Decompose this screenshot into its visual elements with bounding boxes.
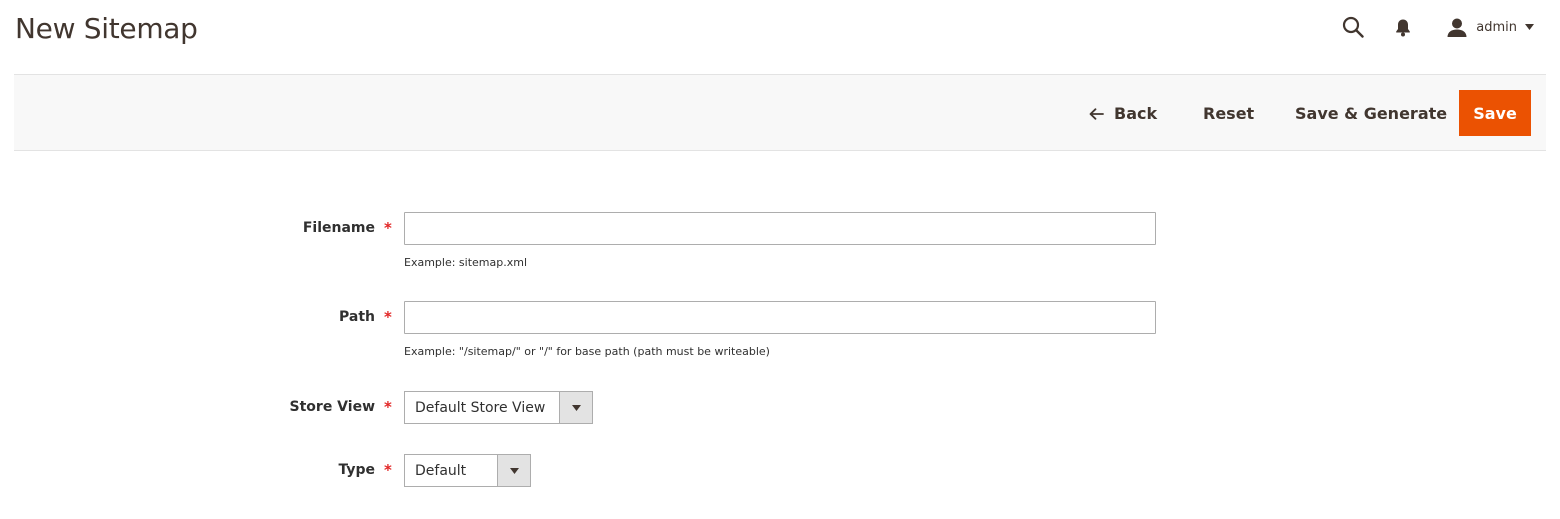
type-required-marker: * — [384, 461, 392, 479]
type-dropdown-button[interactable] — [497, 455, 530, 486]
save-and-generate-button[interactable]: Save & Generate — [1295, 75, 1447, 152]
caret-down-icon — [1525, 24, 1534, 30]
store-view-required-marker: * — [384, 398, 392, 416]
page-title: New Sitemap — [15, 12, 198, 45]
search-icon — [1343, 16, 1364, 38]
reset-button[interactable]: Reset — [1203, 75, 1254, 152]
filename-input[interactable] — [404, 212, 1156, 245]
type-selected-value: Default — [415, 462, 467, 479]
type-select[interactable]: Default — [404, 454, 531, 487]
page-actions-toolbar: Back Reset Save & Generate Save — [14, 74, 1546, 151]
back-label: Back — [1114, 104, 1158, 123]
filename-required-marker: * — [384, 219, 392, 237]
user-name: admin — [1476, 19, 1517, 35]
bell-icon — [1396, 19, 1411, 36]
path-note: Example: "/sitemap/" or "/" for base pat… — [404, 345, 770, 358]
filename-note: Example: sitemap.xml — [404, 256, 528, 269]
user-icon — [1447, 18, 1467, 37]
path-input[interactable] — [404, 301, 1156, 334]
filename-label: Filename — [302, 220, 375, 236]
notifications-button[interactable] — [1393, 14, 1413, 40]
path-label: Path — [339, 309, 375, 325]
save-button[interactable]: Save — [1459, 90, 1531, 136]
store-view-dropdown-button[interactable] — [559, 392, 592, 423]
path-required-marker: * — [384, 308, 392, 326]
store-view-selected-value: Default Store View — [415, 399, 546, 416]
store-view-select[interactable]: Default Store View — [404, 391, 593, 424]
back-button[interactable]: Back — [1089, 75, 1157, 152]
store-view-label: Store View — [289, 399, 375, 415]
user-menu[interactable]: admin — [1447, 14, 1534, 40]
caret-down-icon — [571, 404, 581, 411]
caret-down-icon — [509, 467, 519, 474]
search-button[interactable] — [1339, 14, 1367, 40]
type-label: Type — [338, 462, 375, 478]
header-actions: admin — [1339, 14, 1534, 40]
arrow-left-icon — [1089, 107, 1104, 120]
